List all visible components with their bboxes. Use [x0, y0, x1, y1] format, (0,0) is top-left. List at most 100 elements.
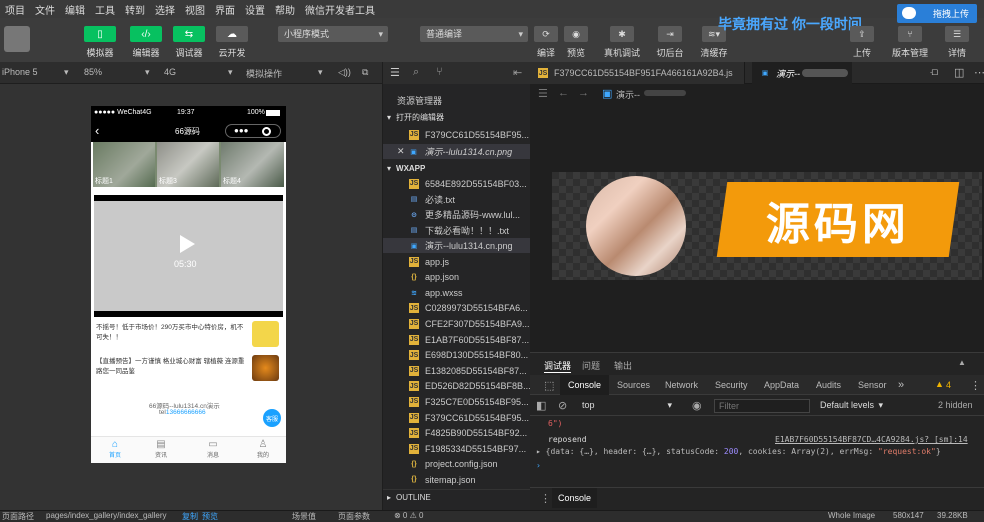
gallery-image[interactable]: 标题3	[157, 142, 219, 187]
tab-problems[interactable]: 问题	[582, 359, 600, 372]
device-select[interactable]: iPhone 5	[2, 67, 38, 77]
devtab-sources[interactable]: Sources	[617, 380, 650, 390]
editor-tab[interactable]: JS F379CC61D55154BF951FA466161A92B4.js	[530, 62, 745, 84]
file-tree-item[interactable]: ▤ 下载必看呦！！！.txt	[383, 223, 531, 238]
compile-button[interactable]: ⟳	[534, 26, 558, 42]
preview-button[interactable]: ◉	[564, 26, 588, 42]
editor-button[interactable]: ‹/›	[130, 26, 162, 42]
switch-bg-button[interactable]: ⇥	[658, 26, 682, 42]
mode-select[interactable]: 小程序模式	[278, 26, 388, 42]
file-tree-item[interactable]: JS F325C7E0D55154BF95...	[383, 394, 531, 409]
kebab-icon[interactable]: ⋮	[540, 492, 551, 505]
menu-item[interactable]: 编辑	[65, 2, 85, 17]
cloud-button[interactable]: ☁	[216, 26, 248, 42]
file-tree-item[interactable]: ▣ 演示--lulu1314.cn.png	[383, 238, 531, 254]
file-tree-item[interactable]: JS F4825B90D55154BF92...	[383, 426, 531, 441]
devtab-appdata[interactable]: AppData	[764, 380, 799, 390]
devtab-security[interactable]: Security	[715, 380, 748, 390]
simulator-button[interactable]: ▯	[84, 26, 116, 42]
eye-icon[interactable]: ◉	[692, 399, 702, 412]
prompt-icon[interactable]: ›	[536, 461, 541, 470]
network-select[interactable]: 4G	[164, 67, 176, 77]
capsule-menu[interactable]: ●●●	[225, 124, 281, 138]
news-item[interactable]: 不摇号！低于市场价！290万买市中心特价房，机不可失！！	[94, 319, 283, 351]
tab-news[interactable]: ▤ 资讯	[143, 439, 179, 459]
expand-icon[interactable]: ▸	[536, 447, 541, 456]
file-tree-item[interactable]: JS E1AB7F60D55154BF87...	[383, 332, 531, 347]
service-button[interactable]: 客服	[263, 409, 281, 427]
menu-item[interactable]: 微信开发者工具	[305, 2, 375, 17]
file-tree-item[interactable]: JS app.js	[383, 254, 531, 269]
split-icon[interactable]: ⟤	[930, 66, 938, 79]
error-count[interactable]: ⊗ 0 ⚠ 0	[394, 511, 423, 520]
tab-home[interactable]: ⌂ 首页	[97, 439, 133, 459]
file-tree-item[interactable]: JS 6584E892D55154BF03...	[383, 176, 531, 191]
drawer-tab-console[interactable]: Console	[552, 488, 598, 508]
collapse-icon[interactable]: ⇤	[513, 66, 522, 79]
list-icon[interactable]: ☰	[390, 66, 400, 79]
list-icon[interactable]: ☰	[538, 87, 548, 100]
copy-link[interactable]: 复制	[182, 511, 198, 522]
open-file[interactable]: ✕ ▣ 演示--lulu1314.cn.png	[383, 144, 531, 159]
menu-item[interactable]: 选择	[155, 2, 175, 17]
news-item[interactable]: 【直播预告】一方谨慎 格业城心财富 辖植薇 连源重路您一同品鉴	[94, 353, 283, 385]
open-file[interactable]: JS F379CC61D55154BF95...	[383, 127, 531, 142]
menu-item[interactable]: 工具	[95, 2, 115, 17]
file-tree-item[interactable]: JS E1382085D55154BF87...	[383, 363, 531, 378]
tab-debugger[interactable]: 调试器	[544, 359, 572, 373]
open-editors-header[interactable]: ▾ 打开的编辑器	[383, 110, 531, 125]
drag-upload-button[interactable]: 拖拽上传	[897, 4, 977, 23]
devtab-console[interactable]: Console	[560, 375, 610, 395]
file-tree-item[interactable]: {} project.config.json	[383, 457, 531, 472]
avatar[interactable]	[4, 26, 30, 52]
filter-input[interactable]	[714, 399, 810, 413]
gallery-image[interactable]: 标题4	[221, 142, 284, 187]
file-tree-item[interactable]: JS ED526D82D55154BF8B...	[383, 379, 531, 394]
version-button[interactable]: ⑂	[898, 26, 922, 42]
debugger-button[interactable]: ⇆	[173, 26, 205, 42]
file-tree-item[interactable]: ≋ app.wxss	[383, 285, 531, 300]
clear-icon[interactable]: ⊘	[558, 399, 567, 412]
devtab-network[interactable]: Network	[665, 380, 698, 390]
video-player[interactable]: 05:30	[94, 195, 283, 317]
menu-item[interactable]: 帮助	[275, 2, 295, 17]
scene-label[interactable]: 场景值	[292, 511, 316, 522]
file-tree-item[interactable]: JS C0289973D55154BFA6...	[383, 301, 531, 316]
outline-header[interactable]: ▸ OUTLINE	[383, 489, 531, 504]
footer-tel[interactable]: tel13666666666	[159, 409, 206, 416]
upload-button[interactable]: ⇪	[850, 26, 874, 42]
tab-output[interactable]: 输出	[614, 359, 632, 372]
preview-link[interactable]: 预览	[202, 511, 218, 522]
file-tree-item[interactable]: JS F1985334D55154BF97...	[383, 441, 531, 456]
columns-icon[interactable]: ◫	[954, 66, 964, 79]
log-source-link[interactable]: E1AB7F60D55154BF87CD…4CA9284.js? [sm]:14	[775, 435, 968, 444]
context-select[interactable]: top ▾	[578, 398, 674, 413]
more-tabs-icon[interactable]: »	[898, 379, 904, 391]
popout-icon[interactable]: ⧉	[362, 67, 368, 78]
operation-select[interactable]: 模拟操作	[246, 67, 282, 80]
tab-me[interactable]: ♙ 我的	[245, 439, 281, 459]
file-tree-item[interactable]: ⊝ 更多精品源码-www.lul...	[383, 207, 531, 222]
inspect-icon[interactable]: ⬚	[544, 379, 554, 392]
branch-icon[interactable]: ⑂	[436, 66, 443, 78]
params-label[interactable]: 页面参数	[338, 511, 370, 522]
file-tree-item[interactable]: {} app.json	[383, 270, 531, 285]
menu-item[interactable]: 设置	[245, 2, 265, 17]
file-tree-item[interactable]: JS CFE2F307D55154BFA9...	[383, 316, 531, 331]
volume-icon[interactable]: ◁))	[338, 67, 351, 78]
devtab-sensor[interactable]: Sensor	[858, 380, 887, 390]
editor-tab-active[interactable]: ▣ 演示--	[752, 62, 852, 84]
sidebar-icon[interactable]: ◧	[536, 399, 546, 412]
menu-item[interactable]: 视图	[185, 2, 205, 17]
real-debug-button[interactable]: ✱	[610, 26, 634, 42]
menu-item[interactable]: 转到	[125, 2, 145, 17]
more-icon[interactable]: ●●●	[234, 126, 249, 135]
more-icon[interactable]: ⋯	[974, 66, 984, 79]
log-object[interactable]: ▸ {data: {…}, header: {…}, statusCode: 2…	[536, 447, 941, 456]
detail-button[interactable]: ☰	[945, 26, 969, 42]
gallery-image[interactable]: 标题1	[93, 142, 155, 187]
kebab-icon[interactable]: ⋮	[970, 379, 981, 392]
file-tree-item[interactable]: ▤ 必读.txt	[383, 192, 531, 207]
file-tree-item[interactable]: {} sitemap.json	[383, 472, 531, 487]
search-icon[interactable]: ⌕	[413, 66, 419, 79]
